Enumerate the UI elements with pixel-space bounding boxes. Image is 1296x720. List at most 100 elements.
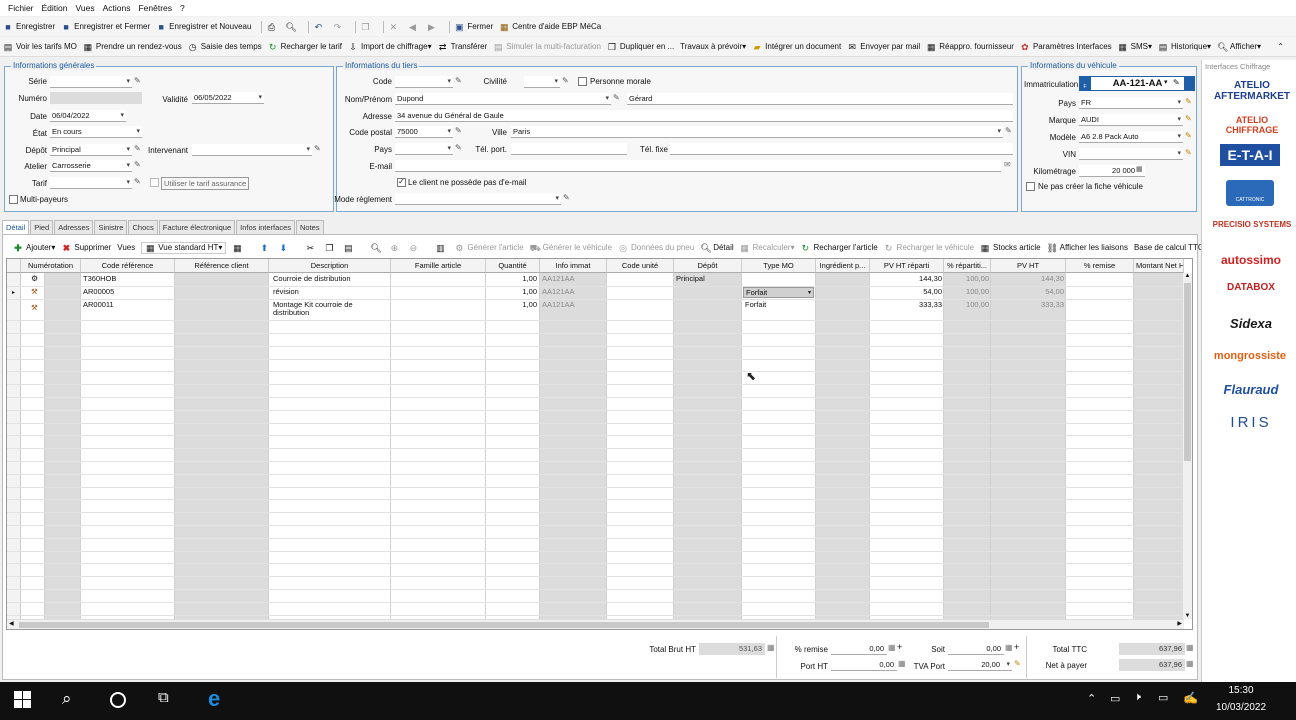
edge-browser-icon[interactable]: e <box>208 686 220 712</box>
attach-document-button[interactable]: ▰ Intégrer un document <box>752 42 842 52</box>
scroll-down-icon[interactable]: ▼ <box>1183 613 1192 619</box>
reload-rate-button[interactable]: ↻ Recharger le tarif <box>268 42 342 52</box>
interface-settings-button[interactable]: ✿ Paramètres Interfaces <box>1020 42 1111 52</box>
col-description[interactable]: Description <box>269 259 391 273</box>
edit-icon[interactable]: ✎ <box>1005 126 1012 135</box>
civilite-select[interactable] <box>524 76 560 88</box>
view-settings-button[interactable]: ▦ <box>232 243 245 253</box>
tel-fixe-field[interactable] <box>670 143 1013 155</box>
col-code-reference[interactable]: Code référence <box>81 259 175 273</box>
appointment-button[interactable]: ▦ Prendre un rendez-vous <box>83 42 182 52</box>
depot-select[interactable]: Principal <box>50 144 132 156</box>
preview-button[interactable]: 🔍︎ <box>285 22 298 32</box>
simulate-billing-button[interactable]: ▤ Simuler la multi-facturation <box>493 42 601 52</box>
tab-chocs[interactable]: Chocs <box>128 220 158 234</box>
tab-infos-interfaces[interactable]: Infos interfaces <box>236 220 295 234</box>
scroll-left-icon[interactable]: ◀ <box>9 620 14 627</box>
search-icon[interactable]: ⌕ <box>62 689 72 709</box>
modele-select[interactable]: A6 2.8 Pack Auto <box>1079 131 1183 143</box>
pen-icon[interactable]: ✍ <box>1183 691 1198 705</box>
scrollbar-thumb[interactable] <box>19 622 989 628</box>
table-row[interactable]: ⚒ AR00005 révision 1,00 AA121AA Forfait … <box>7 286 1184 299</box>
collapse-toolbar-button[interactable]: ⌃ <box>1277 42 1284 51</box>
print-button[interactable]: ⎙ <box>266 22 279 32</box>
intervenant-select[interactable] <box>192 144 312 156</box>
edit-icon[interactable]: ✎ <box>563 193 570 202</box>
edit-icon[interactable]: ✎ <box>613 93 620 102</box>
logo-precisio[interactable]: PRECISIO SYSTEMS <box>1212 220 1292 229</box>
col-pct-repartition[interactable]: % répartiti... <box>944 259 991 273</box>
adresse-field[interactable]: 34 avenue du Général de Gaule <box>395 110 1013 122</box>
save-new-button[interactable]: ■ Enregistrer et Nouveau <box>156 22 251 32</box>
duplicate-button[interactable]: ❐ Dupliquer en ... <box>607 42 674 52</box>
tab-pied[interactable]: Pied <box>30 220 54 234</box>
ville-field[interactable]: Paris <box>511 126 1003 138</box>
pays-select[interactable] <box>395 143 453 155</box>
logo-etai[interactable]: E-T-A-I <box>1220 144 1280 166</box>
table-row[interactable]: ⚒ AR00011 Montage Kit courroie de distri… <box>7 299 1184 320</box>
vin-field[interactable] <box>1079 148 1183 160</box>
scroll-right-icon[interactable]: ▶ <box>1177 620 1182 627</box>
tyre-data-button[interactable]: ◎ Données du pneu <box>618 243 694 253</box>
edit-icon[interactable]: ✎ <box>134 76 141 85</box>
col-depot[interactable]: Dépôt <box>674 259 742 273</box>
edit-icon[interactable]: ✎ <box>1014 659 1021 668</box>
import-estimate-button[interactable]: ⇩ Import de chiffrage ▾ <box>348 42 431 52</box>
calculator-icon[interactable]: ▦ <box>1136 165 1143 173</box>
cp-field[interactable]: 75000 <box>395 126 453 138</box>
edit-icon[interactable]: ✎ <box>134 177 141 186</box>
undo-button[interactable]: ↶ <box>313 22 326 32</box>
prenom-field[interactable]: Gérard <box>627 93 1013 105</box>
col-type-mo[interactable]: Type MO <box>742 259 816 273</box>
logo-autossimo[interactable]: autossimo <box>1206 253 1296 267</box>
generate-article-button[interactable]: ⚙ Générer l'article <box>454 243 523 253</box>
logo-flauraud[interactable]: Flauraud <box>1206 382 1296 397</box>
tab-detail[interactable]: Détail <box>2 220 30 234</box>
search-button[interactable]: 🔍︎ <box>370 243 383 253</box>
edit-icon[interactable]: ✎ <box>314 144 321 153</box>
reglement-select[interactable] <box>395 193 561 205</box>
col-pv-ht-reparti[interactable]: PV HT réparti <box>870 259 944 273</box>
vertical-scrollbar[interactable]: ▲ ▼ <box>1182 273 1192 619</box>
date-field[interactable]: 06/04/2022 <box>50 110 126 122</box>
zoom-in-button[interactable]: ⊕ <box>389 243 402 253</box>
clock-time[interactable]: 15:30 <box>1210 685 1272 696</box>
remise-field[interactable]: 0,00 <box>831 643 887 655</box>
table-row[interactable]: ⚙ T360HOB Courroie de distribution 1,00 … <box>7 273 1184 286</box>
planned-work-button[interactable]: Travaux à prévoir ▾ <box>680 42 746 51</box>
col-montant-net[interactable]: Montant Net HT r <box>1134 259 1184 273</box>
col-reference-client[interactable]: Référence client <box>175 259 269 273</box>
next-button[interactable]: ▶ <box>426 22 439 32</box>
save-button[interactable]: ■ Enregistrer <box>3 22 55 32</box>
code-select[interactable] <box>395 76 453 88</box>
volume-muted-icon[interactable]: 🕨︎ <box>1134 691 1141 704</box>
edit-icon[interactable]: ✎ <box>455 143 462 152</box>
soit-field[interactable]: 0,00 <box>948 643 1004 655</box>
edit-icon[interactable]: ✎ <box>455 76 462 85</box>
detail-button[interactable]: 🔍︎ Détail <box>700 243 733 253</box>
history-button[interactable]: ▤ Historique ▾ <box>1158 42 1211 52</box>
edit-icon[interactable]: ✎ <box>134 160 141 169</box>
menu-fichier[interactable]: Fichier <box>8 3 34 13</box>
col-remise[interactable]: % remise <box>1066 259 1134 273</box>
send-mail-button[interactable]: ✉ Envoyer par mail <box>847 42 920 52</box>
validite-field[interactable]: 06/05/2022 <box>192 92 264 104</box>
cut-button[interactable]: ✂ <box>305 243 318 253</box>
prev-button[interactable]: ◀ <box>407 22 420 32</box>
save-close-button[interactable]: ■ Enregistrer et Fermer <box>61 22 150 32</box>
menu-edition[interactable]: Édition <box>42 3 68 13</box>
display-button[interactable]: 🔍︎ Afficher ▾ <box>1217 42 1261 52</box>
stock-article-button[interactable]: ▦ Stocks article <box>980 243 1041 253</box>
close-button[interactable]: ▣ Fermer <box>454 22 493 32</box>
menu-actions[interactable]: Actions <box>103 3 131 13</box>
logo-sidexa[interactable]: Sidexa <box>1206 316 1296 331</box>
supplier-restock-button[interactable]: ▦ Réappro. fournisseur <box>926 42 1014 52</box>
paste-button[interactable]: ▤ <box>343 243 356 253</box>
personne-morale-checkbox[interactable] <box>578 77 587 86</box>
tva-port-select[interactable]: 20,00 <box>948 659 1012 671</box>
menu-vues[interactable]: Vues <box>76 3 95 13</box>
cortana-icon[interactable] <box>110 692 126 708</box>
no-vehicle-file-checkbox[interactable] <box>1026 182 1035 191</box>
copy-button[interactable]: ❐ <box>360 22 373 32</box>
columns-button[interactable]: ▥ <box>435 243 448 253</box>
